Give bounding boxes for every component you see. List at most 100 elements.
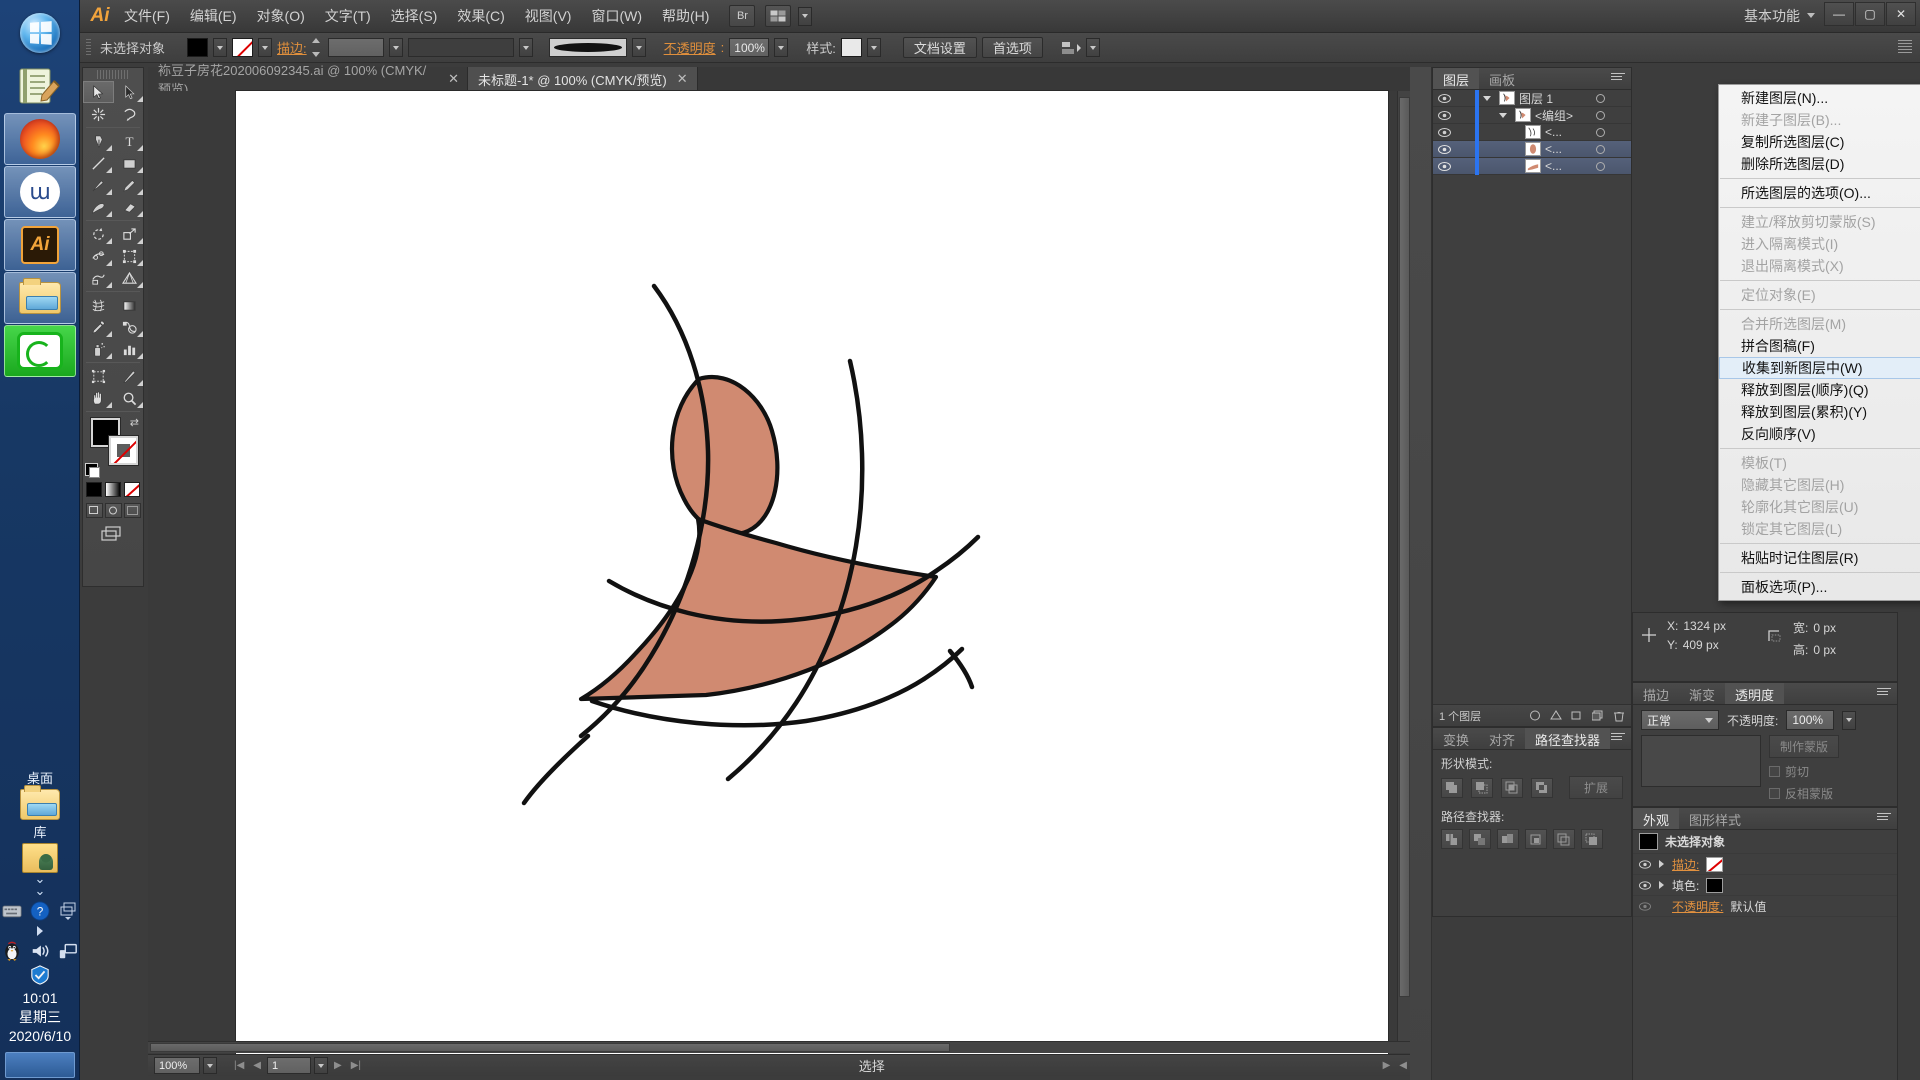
- target-indicator[interactable]: [1596, 127, 1605, 137]
- status-menu-caret[interactable]: ▶: [1380, 1060, 1394, 1071]
- layer-row[interactable]: <...: [1433, 140, 1631, 158]
- visibility-eye-icon[interactable]: [1433, 161, 1455, 171]
- menu-select[interactable]: 选择(S): [381, 0, 448, 33]
- blend-tool[interactable]: [114, 316, 145, 338]
- stroke-weight-label[interactable]: 描边:: [277, 38, 307, 57]
- arrange-documents-button[interactable]: [765, 5, 792, 27]
- line-segment-tool[interactable]: [83, 152, 114, 174]
- first-artboard-button[interactable]: |◀: [231, 1060, 247, 1071]
- screen-mode-normal[interactable]: [85, 503, 103, 518]
- perspective-grid-tool[interactable]: [114, 267, 145, 289]
- artboard-number-caret[interactable]: [314, 1057, 328, 1074]
- zoom-tool[interactable]: [114, 387, 145, 409]
- rectangle-tool[interactable]: [114, 152, 145, 174]
- status-resize-grip[interactable]: ◀: [1396, 1060, 1410, 1071]
- appearance-panel-menu-icon[interactable]: [1877, 813, 1891, 824]
- direct-selection-tool[interactable]: [114, 81, 145, 103]
- tab-pathfinder[interactable]: 路径查找器: [1525, 728, 1611, 749]
- dock-collapse-column[interactable]: [1410, 67, 1432, 1080]
- artboard-number-field[interactable]: 1: [267, 1057, 311, 1074]
- invert-mask-checkbox[interactable]: [1769, 788, 1780, 799]
- layer-name[interactable]: <编组>: [1535, 107, 1631, 124]
- tools-panel-grip[interactable]: [97, 70, 129, 79]
- lasso-tool[interactable]: [114, 103, 145, 125]
- menu-type[interactable]: 文字(T): [315, 0, 381, 33]
- last-artboard-button[interactable]: ▶|: [348, 1060, 364, 1071]
- document-tab-1-close-icon[interactable]: ✕: [448, 71, 459, 87]
- target-indicator[interactable]: [1596, 161, 1605, 171]
- opacity-field[interactable]: 100%: [729, 38, 770, 57]
- tab-transform[interactable]: 变换: [1433, 728, 1479, 749]
- document-setup-button[interactable]: 文档设置: [902, 37, 977, 58]
- make-clipping-mask-icon[interactable]: [1529, 710, 1541, 721]
- intersect-button[interactable]: [1501, 777, 1523, 798]
- crop-button[interactable]: [1525, 829, 1547, 849]
- fill-swatch-caret[interactable]: [213, 38, 228, 57]
- workspace-switcher[interactable]: 基本功能: [1744, 0, 1800, 33]
- opacity-caret[interactable]: [774, 38, 789, 57]
- ctx-reverse-order[interactable]: 反向顺序(V): [1719, 423, 1920, 445]
- brush-definition-caret[interactable]: [631, 38, 646, 57]
- mask-thumbnail-area[interactable]: [1641, 735, 1761, 787]
- ctx-flatten-artwork[interactable]: 拼合图稿(F): [1719, 335, 1920, 357]
- target-indicator[interactable]: [1596, 144, 1605, 154]
- taskbar-clock[interactable]: 10:01 星期三 2020/6/10: [0, 989, 80, 1052]
- blob-brush-tool[interactable]: [83, 196, 114, 218]
- slice-tool[interactable]: [114, 365, 145, 387]
- free-transform-tool[interactable]: [114, 245, 145, 267]
- document-tab-1[interactable]: 袮豆子房花202006092345.ai @ 100% (CMYK/预览) ✕: [148, 63, 468, 97]
- wps-writer-icon[interactable]: ɯ: [4, 166, 76, 218]
- menu-help[interactable]: 帮助(H): [652, 0, 719, 33]
- security-shield-icon[interactable]: [30, 965, 50, 985]
- stroke-color-swatch[interactable]: [232, 38, 254, 57]
- transparency-panel-menu-icon[interactable]: [1877, 688, 1891, 699]
- canvas-area[interactable]: [148, 91, 1410, 1057]
- file-explorer-icon[interactable]: [4, 272, 76, 324]
- appearance-fill-row[interactable]: 填色:: [1633, 875, 1897, 896]
- menu-view[interactable]: 视图(V): [515, 0, 582, 33]
- library-folder-icon[interactable]: [22, 843, 58, 873]
- appearance-fill-expand-icon[interactable]: [1658, 881, 1665, 889]
- tab-graphic-styles[interactable]: 图形样式: [1679, 808, 1751, 829]
- type-tool[interactable]: T: [114, 130, 145, 152]
- ctx-duplicate-selected-layers[interactable]: 复制所选图层(C): [1719, 131, 1920, 153]
- qq-penguin-icon[interactable]: [2, 941, 22, 961]
- layers-panel-menu-icon[interactable]: [1611, 73, 1625, 84]
- appearance-stroke-expand-icon[interactable]: [1658, 860, 1665, 868]
- canvas-vertical-scroll-thumb[interactable]: [1399, 97, 1410, 997]
- appearance-stroke-row[interactable]: 描边:: [1633, 854, 1897, 875]
- minimize-button[interactable]: —: [1824, 2, 1854, 26]
- expand-button[interactable]: 扩展: [1568, 776, 1623, 799]
- network-icon[interactable]: [58, 941, 78, 961]
- arrange-dropdown-caret[interactable]: [798, 6, 813, 26]
- layers-panel-flyout-menu[interactable]: 新建图层(N)... 新建子图层(B)... 复制所选图层(C) 删除所选图层(…: [1718, 84, 1920, 601]
- eraser-tool[interactable]: [114, 196, 145, 218]
- appearance-stroke-label[interactable]: 描边:: [1672, 856, 1699, 873]
- tab-gradient[interactable]: 渐变: [1679, 683, 1725, 704]
- unite-button[interactable]: [1441, 777, 1463, 798]
- selection-tool[interactable]: [83, 81, 114, 103]
- zoom-level-field[interactable]: 100%: [154, 1057, 200, 1074]
- appearance-stroke-eye-icon[interactable]: [1639, 859, 1651, 869]
- stroke-weight-caret[interactable]: [388, 38, 403, 57]
- delete-layer-icon[interactable]: [1613, 710, 1625, 722]
- preferences-button[interactable]: 首选项: [981, 37, 1043, 58]
- merge-button[interactable]: [1497, 829, 1519, 849]
- make-mask-button[interactable]: 制作蒙版: [1769, 735, 1840, 758]
- change-screen-mode-button[interactable]: [83, 526, 143, 542]
- visibility-eye-icon[interactable]: [1433, 110, 1455, 120]
- tray-expand-icon[interactable]: ⌄ ⌄: [0, 872, 80, 897]
- ctx-delete-selected-layers[interactable]: 删除所选图层(D): [1719, 153, 1920, 175]
- menu-window[interactable]: 窗口(W): [581, 0, 652, 33]
- prev-artboard-button[interactable]: ◀: [250, 1060, 264, 1071]
- stroke-weight-field[interactable]: [327, 38, 384, 57]
- stroke-profile-caret[interactable]: [518, 38, 533, 57]
- layer-name[interactable]: <...: [1545, 142, 1631, 156]
- show-desktop-button[interactable]: [5, 1052, 75, 1078]
- layer-name[interactable]: <...: [1545, 159, 1631, 173]
- pen-tool[interactable]: [83, 130, 114, 152]
- transparency-opacity-field[interactable]: 100%: [1786, 710, 1835, 730]
- next-artboard-button[interactable]: ▶: [331, 1060, 345, 1071]
- maximize-button[interactable]: ▢: [1855, 2, 1885, 26]
- control-bar-grip[interactable]: [86, 38, 91, 57]
